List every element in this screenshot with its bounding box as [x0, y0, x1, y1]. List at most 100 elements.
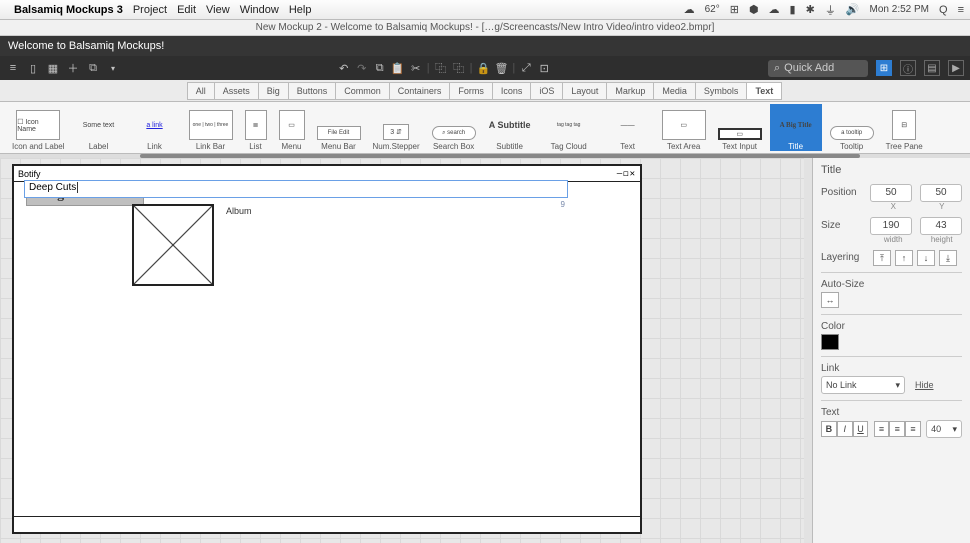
menu-window[interactable]: Window — [240, 4, 279, 16]
document-path: New Mockup 2 - Welcome to Balsamiq Mocku… — [0, 20, 970, 36]
bold-button[interactable]: B — [821, 421, 837, 437]
position-y-input[interactable]: 50 — [920, 184, 962, 202]
title-edit-field[interactable]: Deep Cuts 9 — [24, 180, 568, 198]
tool-icon[interactable]: ✱ — [806, 3, 815, 16]
pal-tag-cloud[interactable]: tag tag tagTag Cloud — [540, 104, 598, 151]
tab-all[interactable]: All — [187, 82, 215, 100]
clock[interactable]: Mon 2:52 PM — [870, 4, 929, 15]
autosize-button[interactable]: ↔ — [821, 292, 839, 308]
pal-num-stepper[interactable]: 3 ⇵Num.Stepper — [369, 104, 424, 151]
fullscreen-icon[interactable]: ▶ — [948, 60, 964, 76]
tab-forms[interactable]: Forms — [449, 82, 493, 100]
tab-common[interactable]: Common — [335, 82, 390, 100]
font-size-dropdown[interactable]: 40▾ — [926, 420, 962, 438]
tab-assets[interactable]: Assets — [214, 82, 259, 100]
tab-media[interactable]: Media — [653, 82, 696, 100]
align-left-icon[interactable]: ≡ — [874, 421, 890, 437]
volume-icon[interactable]: 🔊 — [846, 3, 860, 16]
lock-icon[interactable]: 🔒 — [476, 61, 490, 75]
ungroup-icon[interactable]: ⿻ — [452, 61, 466, 75]
pal-title[interactable]: A Big TitleTitle — [770, 104, 822, 151]
battery-icon[interactable]: ▮ — [790, 3, 796, 16]
canvas-scrollbar-vertical[interactable] — [804, 158, 812, 543]
copy-icon[interactable]: ⧉ — [373, 61, 387, 75]
undo-icon[interactable]: ↶ — [337, 61, 351, 75]
tab-buttons[interactable]: Buttons — [288, 82, 337, 100]
tab-layout[interactable]: Layout — [562, 82, 607, 100]
redo-icon[interactable]: ↷ — [355, 61, 369, 75]
bring-forward-icon[interactable]: ↑ — [895, 250, 913, 266]
cloud-icon[interactable]: ☁ — [769, 3, 780, 16]
view-list-icon[interactable]: ▯ — [26, 61, 40, 75]
pal-link-bar[interactable]: one | two | threeLink Bar — [185, 104, 237, 151]
label-widget[interactable]: Album — [226, 206, 252, 216]
pal-tree-pane[interactable]: ⊟Tree Pane — [882, 104, 927, 151]
pal-menu[interactable]: ▭Menu — [275, 104, 309, 151]
image-placeholder-widget[interactable] — [132, 204, 214, 286]
pal-list[interactable]: ≣List — [241, 104, 271, 151]
underline-button[interactable]: U — [853, 421, 869, 437]
os-menubar: Balsamiq Mockups 3 Project Edit View Win… — [0, 0, 970, 20]
nav-toggle-icon[interactable]: ≡ — [6, 61, 20, 75]
width-input[interactable]: 190 — [870, 217, 912, 235]
pal-tooltip[interactable]: a tooltipTooltip — [826, 104, 878, 151]
add-mockup-icon[interactable]: ＋ — [66, 61, 80, 75]
dropbox-icon[interactable]: ⬢ — [749, 3, 759, 16]
group-icon[interactable]: ⿻ — [434, 61, 448, 75]
spotlight-icon[interactable]: Q — [939, 4, 948, 16]
italic-button[interactable]: I — [837, 421, 853, 437]
view-grid-icon[interactable]: ▦ — [46, 61, 60, 75]
tab-containers[interactable]: Containers — [389, 82, 451, 100]
window-widget[interactable]: Botify –◻✕ A Big Title Deep Cuts 9 Album — [12, 164, 642, 534]
delete-icon[interactable]: 🗑 — [494, 61, 508, 75]
duplicate-icon[interactable]: ⧉ — [86, 61, 100, 75]
height-input[interactable]: 43 — [920, 217, 962, 235]
hide-link[interactable]: Hide — [915, 380, 934, 390]
inspector-heading: Title — [821, 164, 962, 176]
zoom-fit-icon[interactable]: ⤢ — [519, 61, 533, 75]
align-right-icon[interactable]: ≡ — [905, 421, 921, 437]
toolbar-dropdown-icon[interactable]: ▾ — [106, 61, 120, 75]
tab-symbols[interactable]: Symbols — [695, 82, 748, 100]
align-center-icon[interactable]: ≡ — [889, 421, 905, 437]
library-tabs: All Assets Big Buttons Common Containers… — [0, 80, 970, 102]
send-backward-icon[interactable]: ↓ — [917, 250, 935, 266]
tab-icons[interactable]: Icons — [492, 82, 532, 100]
tab-markup[interactable]: Markup — [606, 82, 654, 100]
color-swatch[interactable] — [821, 334, 839, 350]
app-name[interactable]: Balsamiq Mockups 3 — [14, 4, 123, 16]
pal-subtitle[interactable]: A SubtitleSubtitle — [484, 104, 536, 151]
pal-text[interactable]: ——Text — [602, 104, 654, 151]
pal-icon-and-label[interactable]: ☐ Icon NameIcon and Label — [8, 104, 69, 151]
zoom-actual-icon[interactable]: ⊡ — [537, 61, 551, 75]
pal-text-area[interactable]: ▭Text Area — [658, 104, 710, 151]
cut-icon[interactable]: ✂ — [409, 61, 423, 75]
link-label: Link — [821, 363, 962, 374]
tab-big[interactable]: Big — [258, 82, 289, 100]
link-dropdown[interactable]: No Link▾ — [821, 376, 905, 394]
pal-search-box[interactable]: ⌕ searchSearch Box — [428, 104, 480, 151]
pal-link[interactable]: a linkLink — [129, 104, 181, 151]
send-back-icon[interactable]: ⤓ — [939, 250, 957, 266]
menu-view[interactable]: View — [206, 4, 230, 16]
pal-label[interactable]: Some textLabel — [73, 104, 125, 151]
wifi-icon[interactable]: ⏚ — [825, 2, 836, 18]
bring-front-icon[interactable]: ⤒ — [873, 250, 891, 266]
menu-edit[interactable]: Edit — [177, 4, 196, 16]
pal-menu-bar[interactable]: File EditMenu Bar — [313, 104, 365, 151]
tab-ios[interactable]: iOS — [530, 82, 563, 100]
size-label: Size — [821, 220, 862, 231]
toggle-info-icon[interactable]: ⓘ — [900, 60, 916, 76]
position-x-input[interactable]: 50 — [870, 184, 912, 202]
toggle-inspector-icon[interactable]: ▤ — [924, 60, 940, 76]
paste-icon[interactable]: 📋 — [391, 61, 405, 75]
toggle-library-icon[interactable]: ⊞ — [876, 60, 892, 76]
menu-help[interactable]: Help — [289, 4, 312, 16]
quick-add-input[interactable]: ⌕ Quick Add — [768, 60, 868, 77]
db-icon[interactable]: ⊞ — [730, 3, 739, 16]
menu-project[interactable]: Project — [133, 4, 167, 16]
canvas[interactable]: Botify –◻✕ A Big Title Deep Cuts 9 Album — [0, 158, 804, 543]
notification-icon[interactable]: ≡ — [958, 4, 964, 16]
pal-text-input[interactable]: ▭Text Input — [714, 104, 766, 151]
tab-text[interactable]: Text — [746, 82, 782, 100]
